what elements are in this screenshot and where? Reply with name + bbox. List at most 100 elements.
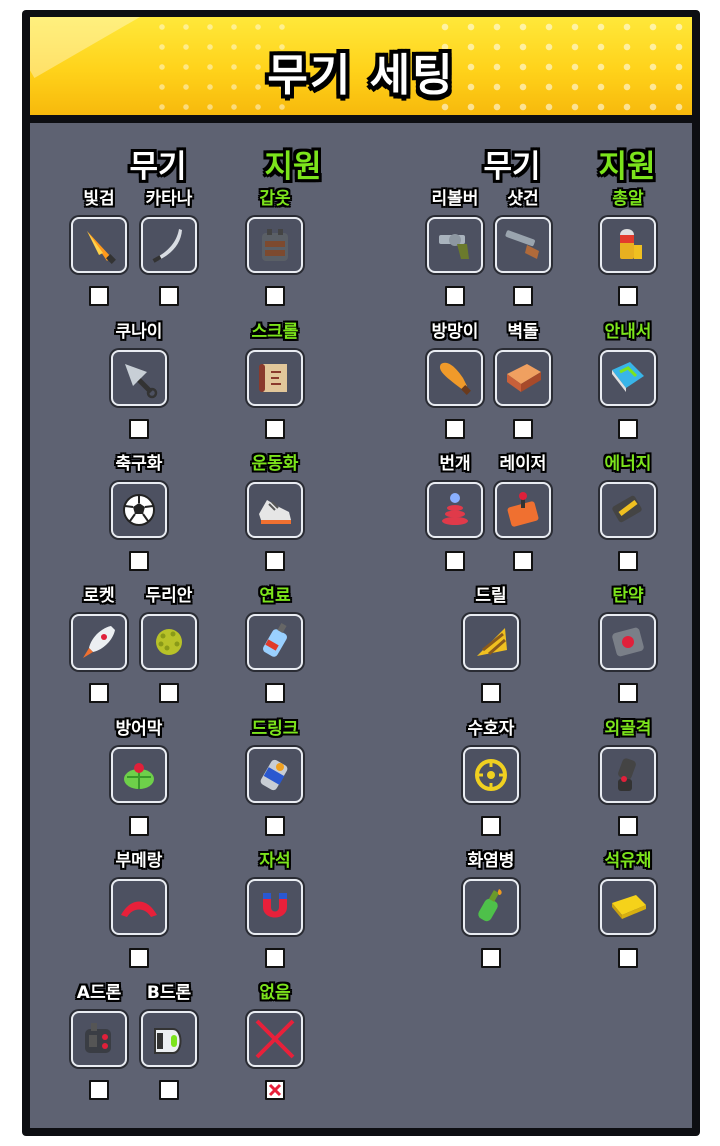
item-checkbox[interactable]	[481, 683, 501, 703]
item-checkbox[interactable]	[618, 683, 638, 703]
item-checkbox[interactable]	[618, 551, 638, 571]
item-slot[interactable]	[71, 1011, 127, 1067]
item-checkbox[interactable]	[129, 419, 149, 439]
scroll-icon	[259, 364, 287, 392]
item-label: 카타나	[145, 189, 193, 209]
item-slot[interactable]	[247, 350, 303, 406]
item-label: 외골격	[604, 719, 652, 739]
item-checkbox[interactable]	[89, 286, 109, 306]
item-slot[interactable]	[427, 350, 483, 406]
item-slot[interactable]	[141, 217, 197, 273]
item-checkbox[interactable]	[513, 286, 533, 306]
item-label: 빛검	[83, 189, 115, 209]
item-slot[interactable]	[111, 350, 167, 406]
item-checkbox[interactable]	[618, 286, 638, 306]
item-slot[interactable]	[111, 482, 167, 538]
item-label: 자석	[259, 851, 291, 871]
item-slot[interactable]	[111, 747, 167, 803]
molotov-icon	[478, 889, 502, 922]
item-checkbox[interactable]	[159, 683, 179, 703]
item-slot[interactable]	[600, 747, 656, 803]
item-drone-b: B드론	[129, 981, 209, 1100]
item-label: 수호자	[467, 719, 515, 739]
item-slot[interactable]	[495, 217, 551, 273]
item-slot[interactable]	[247, 879, 303, 935]
item-label: 운동화	[251, 454, 299, 474]
item-checkbox[interactable]	[265, 816, 285, 836]
drill-icon	[477, 628, 507, 656]
magnet-icon	[263, 893, 287, 918]
item-checkbox[interactable]	[129, 948, 149, 968]
item-slot[interactable]	[463, 614, 519, 670]
item-slot[interactable]	[247, 482, 303, 538]
energy-cell-icon	[612, 495, 642, 523]
sneaker-icon	[259, 500, 291, 524]
item-checkbox[interactable]	[265, 948, 285, 968]
item-katana: 카타나	[129, 187, 209, 306]
item-slot[interactable]	[600, 614, 656, 670]
item-checkbox[interactable]	[481, 816, 501, 836]
item-checkbox[interactable]	[618, 419, 638, 439]
item-slot[interactable]	[600, 217, 656, 273]
item-checkbox[interactable]	[445, 419, 465, 439]
item-slot[interactable]	[600, 879, 656, 935]
item-slot[interactable]	[495, 482, 551, 538]
item-slot[interactable]	[71, 217, 127, 273]
item-slot[interactable]	[463, 879, 519, 935]
item-boomerang: 부메랑	[99, 849, 179, 968]
item-checkbox[interactable]	[513, 419, 533, 439]
item-slot[interactable]	[600, 350, 656, 406]
item-checkbox[interactable]	[265, 683, 285, 703]
item-checkbox[interactable]	[265, 1080, 285, 1100]
item-checkbox[interactable]	[481, 948, 501, 968]
item-checkbox[interactable]	[265, 286, 285, 306]
item-label: 탄약	[612, 586, 644, 606]
item-checkbox[interactable]	[265, 419, 285, 439]
header-banner: 무기 세팅	[30, 17, 692, 115]
item-guidebook: 안내서	[588, 320, 668, 439]
item-label: 벽돌	[507, 322, 539, 342]
item-slot[interactable]	[495, 350, 551, 406]
item-label: 방어막	[115, 719, 163, 739]
column-header-weapon-left: 무기	[129, 149, 187, 185]
soccer-ball-icon	[123, 494, 155, 526]
weapon-settings-panel: 무기 지원 무기 지원 빛검 카타나 갑옷 리볼버 샷건 총알 쿠나이 스크롤 방망이 벽돌 안내서…	[30, 123, 692, 1128]
item-slot[interactable]	[247, 747, 303, 803]
item-label: 없음	[259, 983, 291, 1003]
item-label: A드론	[76, 983, 122, 1003]
item-slot[interactable]	[71, 614, 127, 670]
item-rocket: 로켓	[59, 584, 139, 703]
item-kunai: 쿠나이	[99, 320, 179, 439]
item-shield-dome: 방어막	[99, 717, 179, 836]
item-slot[interactable]	[427, 482, 483, 538]
item-slot[interactable]	[600, 482, 656, 538]
item-slot[interactable]	[247, 614, 303, 670]
item-checkbox[interactable]	[618, 948, 638, 968]
item-label: 축구화	[115, 454, 163, 474]
item-slot[interactable]	[141, 614, 197, 670]
item-checkbox[interactable]	[618, 816, 638, 836]
none-x-icon	[255, 1019, 295, 1059]
item-checkbox[interactable]	[445, 286, 465, 306]
item-checkbox[interactable]	[513, 551, 533, 571]
item-slot[interactable]	[463, 747, 519, 803]
item-label: B드론	[146, 983, 192, 1003]
item-slot[interactable]	[247, 1011, 303, 1067]
item-checkbox[interactable]	[129, 551, 149, 571]
item-oil-bar: 석유채	[588, 849, 668, 968]
item-slot[interactable]	[111, 879, 167, 935]
item-slot[interactable]	[247, 217, 303, 273]
item-checkbox[interactable]	[89, 1080, 109, 1100]
column-header-support-right: 지원	[598, 149, 656, 185]
item-slot[interactable]	[427, 217, 483, 273]
item-checkbox[interactable]	[445, 551, 465, 571]
bat-icon	[439, 362, 471, 395]
rocket-icon	[83, 626, 115, 658]
item-slot[interactable]	[141, 1011, 197, 1067]
item-checkbox[interactable]	[129, 816, 149, 836]
item-checkbox[interactable]	[89, 683, 109, 703]
item-checkbox[interactable]	[265, 551, 285, 571]
item-checkbox[interactable]	[159, 1080, 179, 1100]
guidebook-icon	[612, 362, 644, 392]
item-checkbox[interactable]	[159, 286, 179, 306]
